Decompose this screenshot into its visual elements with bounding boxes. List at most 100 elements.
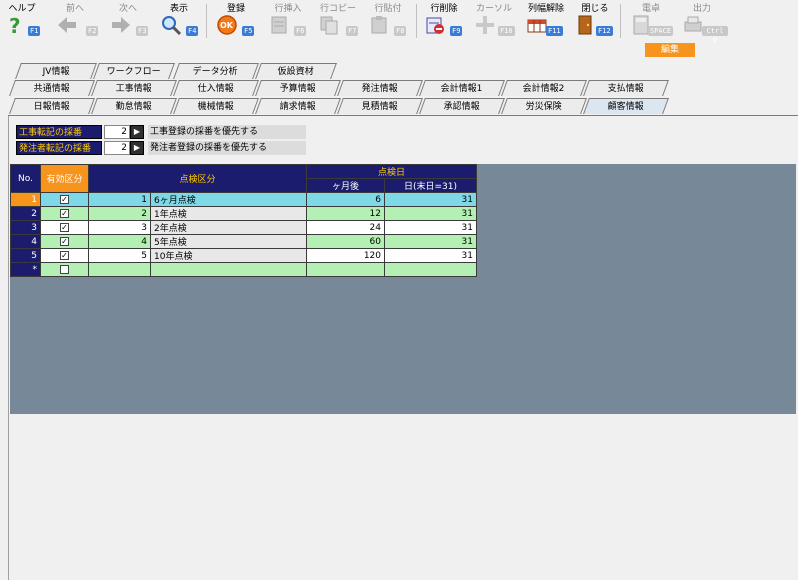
help-label: ヘルプ: [8, 4, 36, 14]
active-checkbox-cell[interactable]: ✓: [40, 220, 89, 235]
tab-data-analysis[interactable]: データ分析: [173, 63, 259, 79]
new-row-marker: *: [10, 262, 41, 277]
f3-key-badge: F3: [136, 26, 149, 36]
tab-order[interactable]: 発注情報: [337, 80, 423, 96]
client-numbering-value[interactable]: 2: [104, 141, 130, 155]
tab-common[interactable]: 共通情報: [9, 80, 95, 96]
tab-estimate[interactable]: 見積情報: [337, 98, 423, 114]
category-code-cell[interactable]: 2: [88, 206, 151, 221]
col-header-months-after[interactable]: ヶ月後: [306, 178, 385, 193]
category-code-cell[interactable]: [88, 262, 151, 277]
active-checkbox-cell[interactable]: [40, 262, 89, 277]
table-row[interactable]: 1 ✓ 1 6ヶ月点検 6 31: [10, 192, 477, 207]
svg-text:?: ?: [9, 14, 21, 36]
output-button[interactable]: 出力 Ctrl P: [676, 0, 728, 45]
cursor-button[interactable]: カーソル F10: [470, 0, 518, 42]
category-name-cell[interactable]: 2年点検: [150, 220, 307, 235]
f5-key-badge: F5: [242, 26, 255, 36]
active-checkbox[interactable]: ✓: [60, 208, 69, 218]
months-after-cell[interactable]: 24: [306, 220, 385, 235]
f6-key-badge: F6: [294, 26, 307, 36]
category-code-cell[interactable]: 1: [88, 192, 151, 207]
table-row[interactable]: 2 ✓ 2 1年点検 12 31: [10, 206, 477, 221]
table-row[interactable]: 4 ✓ 4 5年点検 60 31: [10, 234, 477, 249]
row-delete-icon: [426, 17, 444, 34]
construction-numbering-value[interactable]: 2: [104, 125, 130, 139]
row-copy-icon: [320, 16, 338, 35]
f10-key-badge: F10: [498, 26, 515, 36]
tab-accounting-1[interactable]: 会計情報1: [419, 80, 505, 96]
category-code-cell[interactable]: 5: [88, 248, 151, 263]
close-button[interactable]: 閉じる F12: [572, 0, 618, 42]
prev-button[interactable]: 前へ F2: [50, 0, 100, 42]
new-row[interactable]: *: [10, 262, 477, 277]
tab-attendance[interactable]: 勤怠情報: [91, 98, 177, 114]
tab-construction[interactable]: 工事情報: [91, 80, 177, 96]
active-checkbox[interactable]: ✓: [60, 236, 69, 246]
help-button[interactable]: ヘルプ ? F1: [2, 0, 42, 42]
months-after-cell[interactable]: [306, 262, 385, 277]
column-width-reset-button[interactable]: 列幅解除 F11: [520, 0, 572, 42]
tab-billing[interactable]: 請求情報: [255, 98, 341, 114]
col-header-category[interactable]: 点検区分: [88, 164, 307, 193]
day-cell[interactable]: 31: [384, 206, 477, 221]
construction-numbering-dropdown-button[interactable]: ▶: [130, 125, 144, 139]
day-cell[interactable]: 31: [384, 248, 477, 263]
tab-workflow[interactable]: ワークフロー: [93, 63, 175, 79]
tab-approval[interactable]: 承認情報: [419, 98, 505, 114]
calculator-button[interactable]: 電卓 SPACE: [626, 0, 676, 42]
ok-icon: OK: [217, 15, 237, 35]
active-checkbox[interactable]: ✓: [60, 194, 69, 204]
arrow-right-icon: [112, 17, 130, 33]
row-paste-button[interactable]: 行貼付 F8: [364, 0, 412, 42]
day-cell[interactable]: 31: [384, 192, 477, 207]
next-label: 次へ: [118, 4, 137, 14]
table-row[interactable]: 3 ✓ 3 2年点検 24 31: [10, 220, 477, 235]
category-code-cell[interactable]: 3: [88, 220, 151, 235]
active-checkbox[interactable]: ✓: [60, 250, 69, 260]
next-button[interactable]: 次へ F3: [104, 0, 152, 42]
magnifier-icon: [162, 16, 182, 36]
active-checkbox[interactable]: [60, 264, 69, 274]
tab-machine[interactable]: 機械情報: [173, 98, 259, 114]
col-header-day[interactable]: 日(末日=31): [384, 178, 477, 193]
day-cell[interactable]: [384, 262, 477, 277]
active-checkbox-cell[interactable]: ✓: [40, 192, 89, 207]
tab-purchase[interactable]: 仕入情報: [173, 80, 259, 96]
row-delete-button[interactable]: 行削除 F9: [420, 0, 468, 42]
table-row[interactable]: 5 ✓ 5 10年点検 120 31: [10, 248, 477, 263]
category-name-cell[interactable]: 6ヶ月点検: [150, 192, 307, 207]
tab-customer[interactable]: 顧客情報: [583, 98, 669, 114]
register-button[interactable]: 登録 OK F5: [212, 0, 260, 42]
months-after-cell[interactable]: 12: [306, 206, 385, 221]
tab-accounting-2[interactable]: 会計情報2: [501, 80, 587, 96]
col-header-active[interactable]: 有効区分: [40, 164, 89, 193]
day-cell[interactable]: 31: [384, 220, 477, 235]
tab-payment[interactable]: 支払情報: [583, 80, 669, 96]
row-insert-button[interactable]: 行挿入 F6: [264, 0, 312, 42]
tab-temporary-materials[interactable]: 仮設資材: [255, 63, 337, 79]
months-after-cell[interactable]: 60: [306, 234, 385, 249]
svg-text:OK: OK: [220, 21, 234, 30]
display-button[interactable]: 表示 F4: [156, 0, 202, 42]
f1-key-badge: F1: [28, 26, 41, 36]
tab-daily-report[interactable]: 日報情報: [9, 98, 95, 114]
client-numbering-dropdown-button[interactable]: ▶: [130, 141, 144, 155]
row-copy-button[interactable]: 行コピー F7: [312, 0, 364, 42]
row-copy-label: 行コピー: [319, 4, 356, 14]
active-checkbox[interactable]: ✓: [60, 222, 69, 232]
tab-jv[interactable]: JV情報: [15, 63, 97, 79]
category-name-cell[interactable]: 5年点検: [150, 234, 307, 249]
category-name-cell[interactable]: [150, 262, 307, 277]
active-checkbox-cell[interactable]: ✓: [40, 234, 89, 249]
active-checkbox-cell[interactable]: ✓: [40, 206, 89, 221]
active-checkbox-cell[interactable]: ✓: [40, 248, 89, 263]
category-code-cell[interactable]: 4: [88, 234, 151, 249]
tab-budget[interactable]: 予算情報: [255, 80, 341, 96]
months-after-cell[interactable]: 120: [306, 248, 385, 263]
months-after-cell[interactable]: 6: [306, 192, 385, 207]
category-name-cell[interactable]: 1年点検: [150, 206, 307, 221]
tab-workers-comp[interactable]: 労災保険: [501, 98, 587, 114]
category-name-cell[interactable]: 10年点検: [150, 248, 307, 263]
day-cell[interactable]: 31: [384, 234, 477, 249]
